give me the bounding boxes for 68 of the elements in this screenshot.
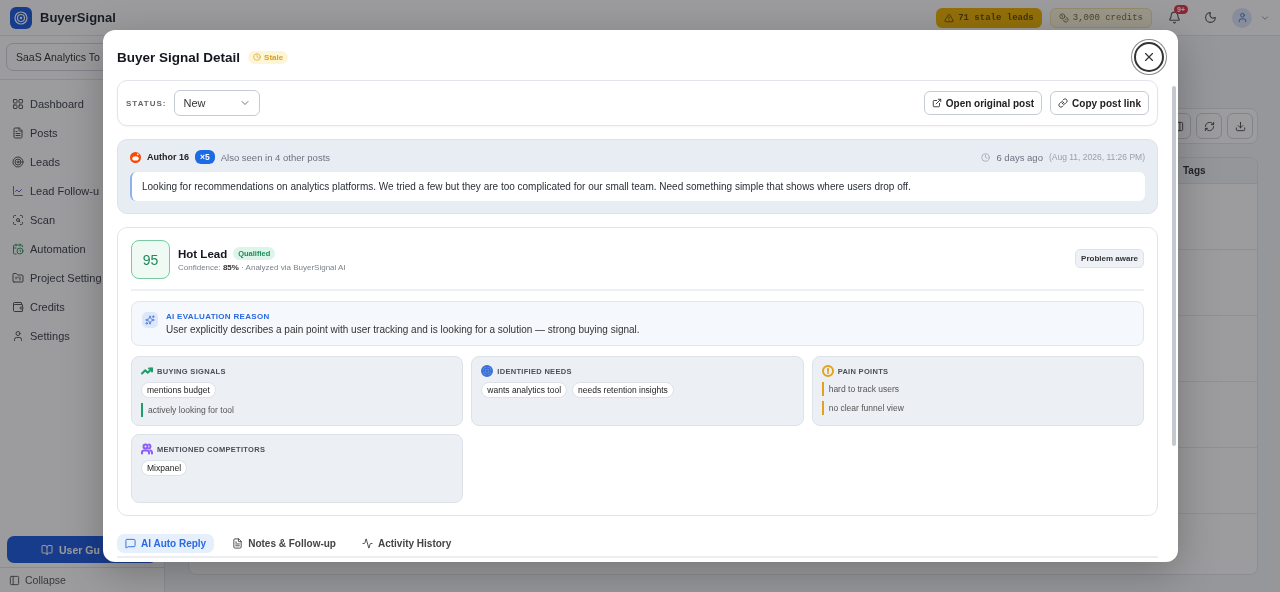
tag: needs retention insights xyxy=(572,382,674,398)
folder-icon xyxy=(12,272,24,284)
book-icon xyxy=(41,543,53,556)
reason-text: User explicitly describes a pain point with user tracking and is looking for a solution — strong buying signal. xyxy=(166,324,640,335)
tab[interactable]: AI Auto Reply xyxy=(117,534,215,553)
tab[interactable]: Notes & Follow-up xyxy=(224,534,344,553)
link-icon xyxy=(1058,98,1069,108)
user-icon xyxy=(12,330,24,342)
coins-icon xyxy=(1058,12,1069,23)
nav-item[interactable]: Settings xyxy=(0,326,164,346)
dashboard-icon xyxy=(12,98,24,110)
clock-icon xyxy=(253,53,262,61)
post-text: Looking for recommendations on analytics platforms. We tried a few but they are too complicated for our small team. Need something simple that shows where users drop off. xyxy=(130,172,1145,201)
warning-icon xyxy=(944,12,955,23)
app-name: BuyerSignal xyxy=(40,10,116,25)
lead-title: Hot Lead xyxy=(178,247,228,260)
document-icon xyxy=(12,127,24,139)
chat-icon xyxy=(125,538,136,549)
close-icon xyxy=(1142,50,1156,64)
moon-icon xyxy=(1203,11,1217,24)
stage-tag: Problem aware xyxy=(1075,249,1144,268)
panel-icon xyxy=(9,574,20,586)
calendar-icon xyxy=(12,243,24,255)
download-button[interactable] xyxy=(1227,113,1253,139)
activity-icon xyxy=(361,538,373,549)
download-icon xyxy=(1234,120,1246,132)
sparkles-icon xyxy=(142,312,158,328)
post-age: 6 days ago xyxy=(996,151,1043,163)
column-header: Tags xyxy=(1182,164,1207,178)
target-icon xyxy=(12,156,24,168)
post-count-badge: ×5 xyxy=(195,150,215,164)
scan-icon xyxy=(12,214,24,226)
lead-score: 95 xyxy=(131,240,170,279)
status-label: STATUS: xyxy=(126,98,167,108)
wallet-icon xyxy=(12,301,24,313)
scrollbar[interactable] xyxy=(1172,86,1176,446)
document-icon xyxy=(232,538,244,549)
stale-badge: Stale xyxy=(248,50,289,64)
avatar[interactable] xyxy=(1232,7,1252,28)
collapse-button[interactable]: Collapse xyxy=(0,567,164,592)
credits-badge[interactable]: 3,000 credits xyxy=(1049,7,1152,28)
bell-icon xyxy=(1167,11,1181,24)
tag: mentions budget xyxy=(141,382,216,398)
author-name: Author 16 xyxy=(147,152,189,162)
post-date: (Aug 11, 2026, 11:26 PM) xyxy=(1048,152,1145,162)
nav-item[interactable]: Credits xyxy=(0,297,164,317)
list-item: no clear funnel view xyxy=(821,401,1134,415)
nav-item[interactable]: Scan xyxy=(0,210,164,230)
list-item: actively looking for tool xyxy=(141,403,454,417)
logo-icon xyxy=(10,6,32,29)
action-button[interactable]: Copy post link xyxy=(1050,91,1149,115)
external-link-icon xyxy=(931,98,942,108)
refresh-icon xyxy=(1203,120,1215,132)
confidence-text: Confidence: 85% · Analyzed via BuyerSignal AI xyxy=(178,263,346,272)
nav-item[interactable]: Posts xyxy=(0,123,164,143)
tag: wants analytics tool xyxy=(481,382,568,398)
clock-icon xyxy=(981,152,991,162)
user-icon xyxy=(1236,12,1248,23)
tab[interactable]: Activity History xyxy=(353,534,460,553)
chart-icon xyxy=(12,185,24,197)
status-select[interactable]: New xyxy=(174,90,261,116)
refresh-button[interactable] xyxy=(1196,113,1222,139)
close-button[interactable] xyxy=(1134,42,1164,72)
action-button[interactable]: Open original post xyxy=(923,91,1043,115)
tag: Mixpanel xyxy=(141,460,188,476)
reason-title: AI EVALUATION REASON xyxy=(166,312,271,321)
seen-text: Also seen in 4 other posts xyxy=(220,151,331,163)
list-item: hard to track users xyxy=(821,382,1134,396)
